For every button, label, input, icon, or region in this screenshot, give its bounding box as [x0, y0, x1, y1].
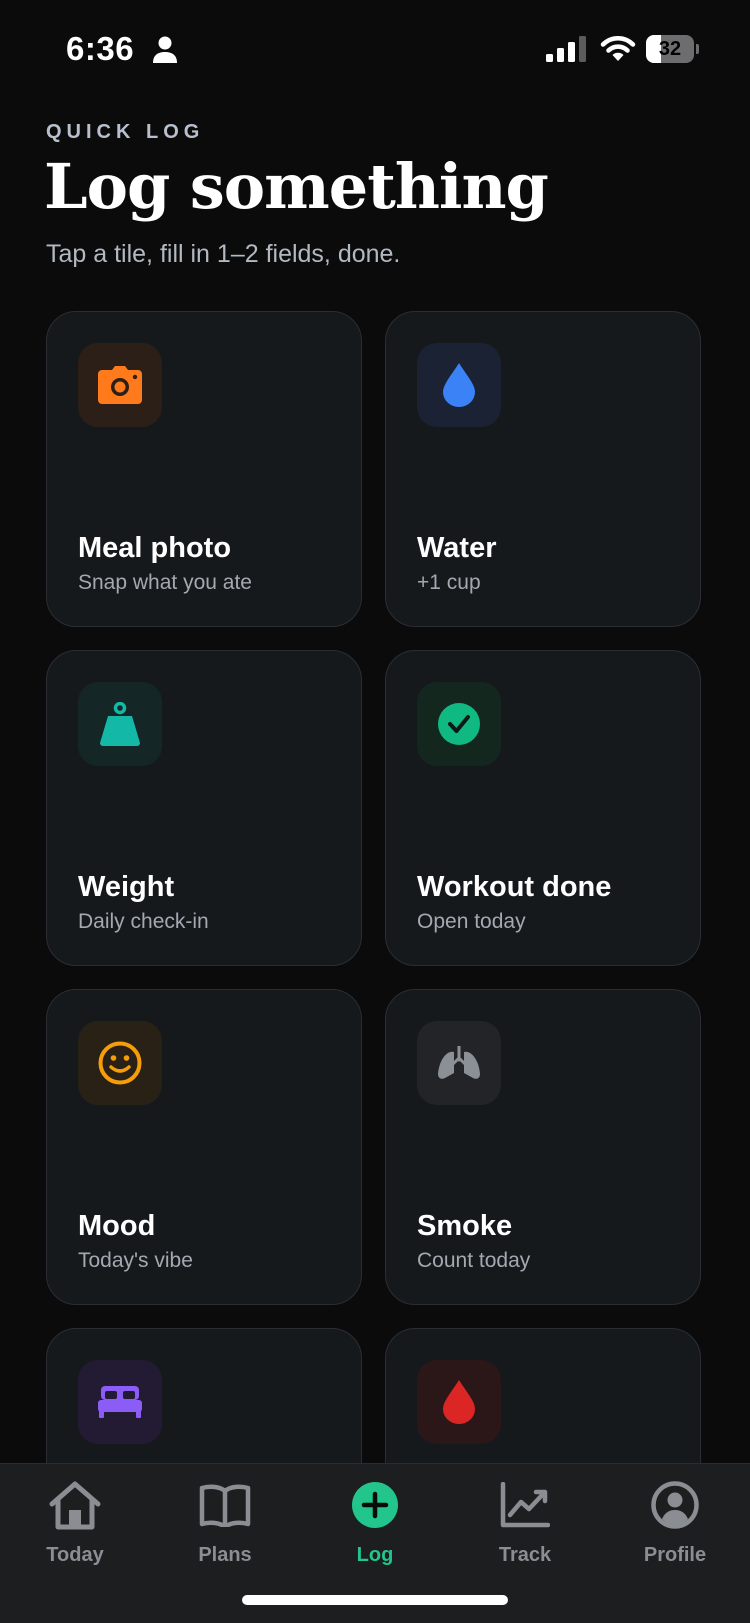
water-drop-icon — [417, 343, 501, 427]
tile-title: Weight — [78, 871, 175, 903]
tile-subtitle: Count today — [417, 1249, 531, 1272]
tile-water[interactable]: Water +1 cup — [385, 311, 701, 627]
tab-label: Track — [498, 1544, 552, 1566]
plus-circle-icon — [347, 1478, 403, 1532]
tile-weight[interactable]: Weight Daily check-in — [46, 650, 362, 966]
blood-drop-icon — [417, 1360, 501, 1444]
home-icon — [47, 1478, 103, 1532]
tile-title: Water — [417, 532, 497, 564]
tab-log[interactable]: Log — [300, 1464, 450, 1574]
battery-level: 32 — [658, 38, 682, 60]
tab-plans[interactable]: Plans — [150, 1464, 300, 1574]
chart-trend-icon — [497, 1478, 553, 1532]
checkmark-icon — [417, 682, 501, 766]
tile-subtitle: Snap what you ate — [78, 571, 252, 594]
tile-meal-photo[interactable]: Meal photo Snap what you ate — [46, 311, 362, 627]
tile-title: Workout done — [417, 871, 612, 903]
tile-workout-done[interactable]: Workout done Open today — [385, 650, 701, 966]
person-icon — [153, 36, 177, 63]
tab-label: Profile — [643, 1544, 707, 1566]
lungs-icon — [417, 1021, 501, 1105]
tile-title: Smoke — [417, 1210, 513, 1242]
weight-icon — [78, 682, 162, 766]
status-time: 6:36 — [66, 30, 135, 67]
page-subtitle: Tap a tile, fill in 1–2 fields, done. — [46, 240, 401, 268]
tile-smoke[interactable]: Smoke Count today — [385, 989, 701, 1305]
tab-label: Today — [46, 1544, 104, 1566]
home-indicator — [242, 1595, 508, 1605]
tab-track[interactable]: Track — [450, 1464, 600, 1574]
book-icon — [197, 1478, 253, 1532]
tile-title: Meal photo — [78, 532, 232, 564]
tile-mood[interactable]: Mood Today's vibe — [46, 989, 362, 1305]
tile-title: Mood — [78, 1210, 156, 1242]
section-eyebrow: QUICK LOG — [46, 121, 205, 143]
smiley-icon — [78, 1021, 162, 1105]
tab-label: Plans — [198, 1544, 252, 1566]
tab-profile[interactable]: Profile — [600, 1464, 750, 1574]
page-title: Log something — [44, 150, 549, 223]
tile-subtitle: Today's vibe — [78, 1249, 193, 1272]
bed-icon — [78, 1360, 162, 1444]
profile-icon — [647, 1478, 703, 1532]
tab-today[interactable]: Today — [0, 1464, 150, 1574]
tile-subtitle: Open today — [417, 910, 526, 933]
camera-icon — [78, 343, 162, 427]
battery-indicator: 32 — [646, 35, 699, 63]
wifi-icon — [600, 36, 636, 61]
tab-label: Log — [356, 1544, 394, 1566]
tile-subtitle: +1 cup — [417, 571, 481, 594]
status-bar: 6:36 32 — [0, 0, 750, 100]
cellular-signal-icon — [546, 36, 586, 62]
tile-subtitle: Daily check-in — [78, 910, 209, 933]
